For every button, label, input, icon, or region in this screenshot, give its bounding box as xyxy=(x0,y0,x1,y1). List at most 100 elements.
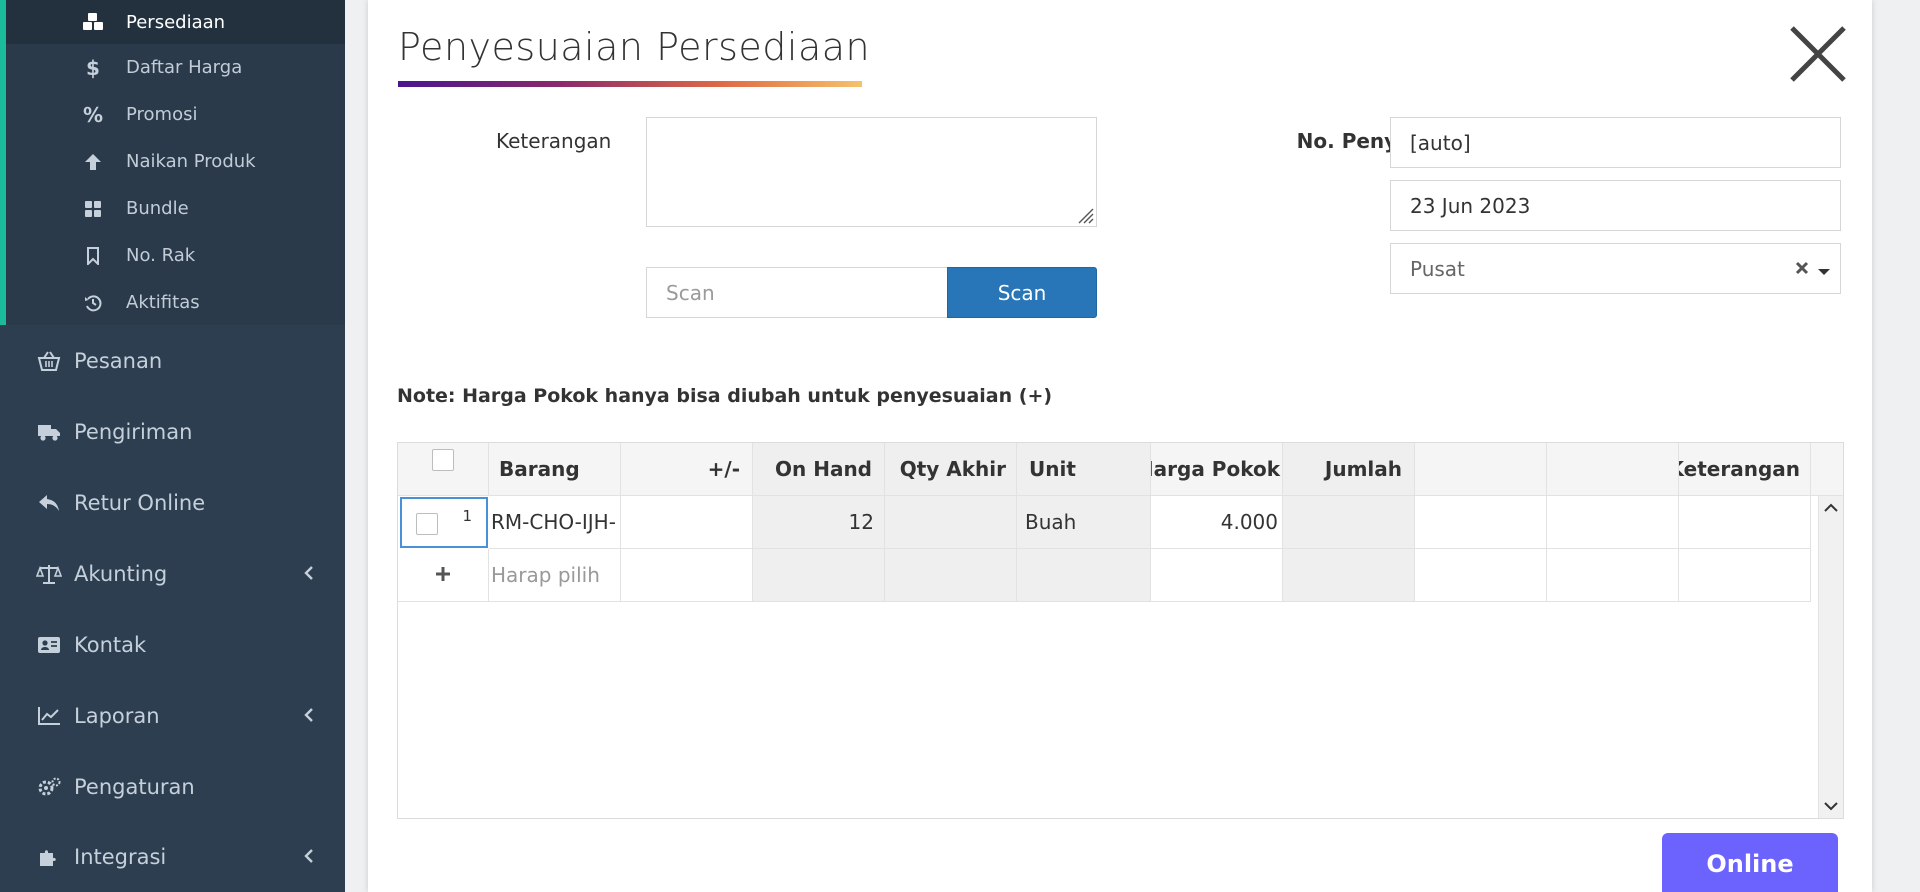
sidebar-item-daftar-harga[interactable]: $ Daftar Harga xyxy=(6,44,345,91)
row-checkbox[interactable] xyxy=(416,513,438,535)
line-chart-icon xyxy=(36,703,62,729)
sidebar-item-promosi[interactable]: % Promosi xyxy=(6,91,345,138)
resize-grip-icon[interactable] xyxy=(1074,204,1094,224)
sidebar-item-label: Integrasi xyxy=(74,844,167,869)
select-all-checkbox[interactable] xyxy=(432,449,454,471)
col-header-jumlah[interactable]: Jumlah xyxy=(1283,443,1415,496)
sidebar-item-label: Naikan Produk xyxy=(126,151,256,172)
col-header-extra-1[interactable] xyxy=(1415,443,1547,496)
modal-title: Penyesuaian Persediaan xyxy=(398,25,871,69)
col-header-barang[interactable]: Barang xyxy=(489,443,621,496)
sidebar-item-label: Kontak xyxy=(74,632,147,657)
col-header-qty-akhir[interactable]: Qty Akhir xyxy=(885,443,1017,496)
clear-icon[interactable] xyxy=(1794,258,1810,278)
lokasi-select[interactable]: Pusat xyxy=(1390,243,1841,294)
add-row-button[interactable] xyxy=(398,549,489,602)
truck-icon xyxy=(36,419,62,445)
chevron-down-icon[interactable] xyxy=(1816,260,1832,276)
sidebar-item-label: Bundle xyxy=(126,198,189,219)
sidebar-item-label: Pesanan xyxy=(74,348,163,373)
sidebar-item-label: Retur Online xyxy=(74,490,206,515)
add-row-cell xyxy=(1151,549,1283,602)
grid-icon xyxy=(82,198,104,220)
add-row-cell xyxy=(885,549,1017,602)
sidebar-item-laporan[interactable]: Laporan xyxy=(0,680,345,751)
basket-icon xyxy=(36,348,62,374)
add-row-cell xyxy=(1547,549,1679,602)
col-header-harga-pokok[interactable]: Harga Pokok xyxy=(1151,443,1283,496)
scan-placeholder: Scan xyxy=(666,280,715,305)
scan-button[interactable]: Scan xyxy=(947,267,1097,318)
chevron-up-icon[interactable] xyxy=(1823,500,1839,516)
cell-harga-pokok[interactable]: 4.000 xyxy=(1151,496,1283,549)
sidebar-item-label: Pengiriman xyxy=(74,419,193,444)
tanggal-value: 23 Jun 2023 xyxy=(1410,193,1531,218)
col-header-unit[interactable]: Unit xyxy=(1017,443,1151,496)
cell-on-hand: 12 xyxy=(753,496,885,549)
sidebar-item-label: Pengaturan xyxy=(74,774,195,799)
no-penyesuaian-value: [auto] xyxy=(1410,130,1471,155)
grid-vertical-scrollbar[interactable] xyxy=(1818,496,1843,818)
cell-keterangan[interactable] xyxy=(1679,496,1811,549)
percent-icon: % xyxy=(82,102,104,127)
lokasi-value: Pusat xyxy=(1410,256,1465,281)
sidebar-item-pengaturan[interactable]: Pengaturan xyxy=(0,751,345,822)
cell-jumlah xyxy=(1283,496,1415,549)
add-row-barang-select[interactable]: Harap pilih xyxy=(489,549,621,602)
cell-qty-akhir xyxy=(885,496,1017,549)
history-icon xyxy=(82,292,104,314)
sidebar-item-label: Promosi xyxy=(126,104,198,125)
add-row-cell xyxy=(1679,549,1811,602)
sidebar-item-kontak[interactable]: Kontak xyxy=(0,609,345,680)
sidebar-item-bundle[interactable]: Bundle xyxy=(6,185,345,232)
sidebar-item-label: No. Rak xyxy=(126,245,196,266)
gears-icon xyxy=(36,774,62,800)
sidebar-item-label: Laporan xyxy=(74,703,160,728)
sidebar-item-integrasi[interactable]: Integrasi xyxy=(0,821,345,892)
col-header-extra-2[interactable] xyxy=(1547,443,1679,496)
sidebar-item-label: Persediaan xyxy=(126,11,226,33)
sidebar-item-label: Aktifitas xyxy=(126,292,200,313)
chevron-left-icon xyxy=(299,562,319,584)
puzzle-icon xyxy=(36,844,62,870)
bookmark-icon xyxy=(82,245,104,267)
sidebar-item-pengiriman[interactable]: Pengiriman xyxy=(0,396,345,467)
no-penyesuaian-field[interactable]: [auto] xyxy=(1390,117,1841,168)
col-header-keterangan[interactable]: Keterangan xyxy=(1679,443,1811,496)
sidebar-item-naikan-produk[interactable]: Naikan Produk xyxy=(6,138,345,185)
add-row-cell xyxy=(621,549,753,602)
reply-icon xyxy=(36,490,62,516)
sidebar-item-label: Daftar Harga xyxy=(126,57,243,78)
cell-unit[interactable]: Buah xyxy=(1017,496,1151,549)
scale-icon xyxy=(36,561,62,587)
table-row[interactable]: 1 xyxy=(400,497,488,548)
cell-extra-1[interactable] xyxy=(1415,496,1547,549)
row-number: 1 xyxy=(462,507,472,525)
add-row-cell xyxy=(753,549,885,602)
adjustment-modal: Penyesuaian Persediaan Keterangan Scan S… xyxy=(368,0,1872,892)
keterangan-textarea[interactable] xyxy=(646,117,1097,227)
items-grid: Barang +/- On Hand Qty Akhir Unit Harga … xyxy=(397,442,1844,819)
chevron-down-icon[interactable] xyxy=(1823,798,1839,814)
select-all-cell xyxy=(398,443,489,496)
close-icon[interactable] xyxy=(1786,22,1850,86)
scan-input[interactable]: Scan xyxy=(646,267,948,318)
address-card-icon xyxy=(36,632,62,658)
cell-plus-minus[interactable] xyxy=(621,496,753,549)
cell-extra-2[interactable] xyxy=(1547,496,1679,549)
tanggal-field[interactable]: 23 Jun 2023 xyxy=(1390,180,1841,231)
cell-barang[interactable]: RM-CHO-IJH- xyxy=(489,496,621,549)
sidebar-submenu: Persediaan $ Daftar Harga % Promosi Naik… xyxy=(0,0,345,325)
col-header-on-hand[interactable]: On Hand xyxy=(753,443,885,496)
col-header-plus-minus[interactable]: +/- xyxy=(621,443,753,496)
sidebar-item-no-rak[interactable]: No. Rak xyxy=(6,232,345,279)
sidebar-item-persediaan[interactable]: Persediaan xyxy=(6,0,345,44)
sidebar-item-akunting[interactable]: Akunting xyxy=(0,538,345,609)
sidebar-item-retur-online[interactable]: Retur Online xyxy=(0,467,345,538)
sidebar: Persediaan $ Daftar Harga % Promosi Naik… xyxy=(0,0,345,892)
keterangan-label: Keterangan xyxy=(496,129,612,153)
sidebar-item-pesanan[interactable]: Pesanan xyxy=(0,325,345,396)
sidebar-item-aktifitas[interactable]: Aktifitas xyxy=(6,279,345,326)
online-chat-button[interactable]: Online xyxy=(1662,833,1838,892)
dollar-icon: $ xyxy=(86,55,100,80)
